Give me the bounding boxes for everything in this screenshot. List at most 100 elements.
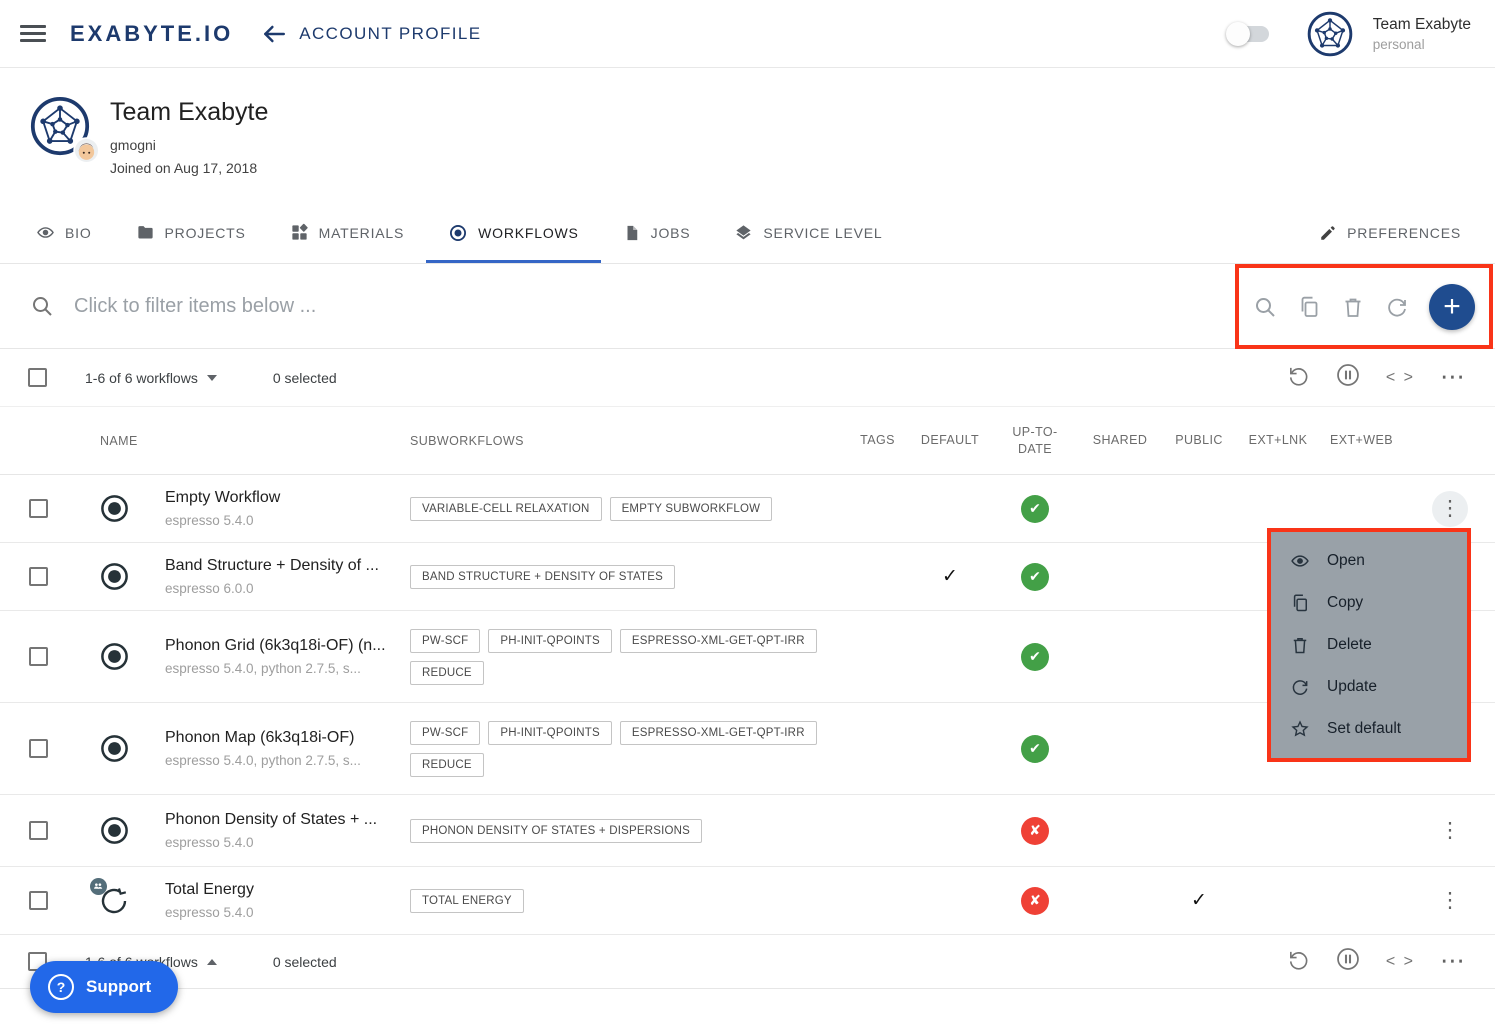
selected-count-label: 0 selected [273,370,337,386]
refresh-action-icon[interactable] [1385,295,1409,319]
workflow-subtitle: espresso 6.0.0 [165,581,395,596]
workflow-name[interactable]: Total Energy [165,881,395,899]
workflow-name[interactable]: Phonon Map (6k3q18i-OF) [165,729,395,747]
tab-materials-label: MATERIALS [319,225,405,241]
profile-tabs: BIO PROJECTS MATERIALS WORKFLOWS JOBS SE… [0,202,1495,264]
tab-materials[interactable]: MATERIALS [268,202,427,263]
tab-projects-label: PROJECTS [165,225,246,241]
profile-username: gmogni [110,137,268,153]
row-checkbox[interactable] [29,891,48,910]
menu-item-label: Copy [1327,594,1363,612]
tab-projects[interactable]: PROJECTS [114,202,268,263]
pagination-range-label: 1-6 of 6 workflows [85,370,198,386]
account-mode-label: personal [1373,37,1471,52]
col-tags: TAGS [860,432,895,449]
row-checkbox[interactable] [29,739,48,758]
folder-icon [136,223,155,242]
code-icon[interactable]: < > [1386,369,1415,387]
eye-icon [36,223,55,242]
menu-item-update[interactable]: Update [1271,666,1467,708]
pause-icon[interactable] [1335,946,1361,977]
up-to-date-pass-icon: ✔ [1021,563,1049,591]
menu-icon[interactable] [20,21,46,46]
account-avatar[interactable] [1307,11,1353,57]
tab-jobs[interactable]: JOBS [601,202,713,263]
menu-item-label: Set default [1327,720,1401,738]
subworkflow-chip: REDUCE [410,661,484,685]
tab-service-level[interactable]: SERVICE LEVEL [712,202,904,263]
support-label: Support [86,977,151,997]
public-check-icon: ✓ [1191,889,1207,912]
row-checkbox[interactable] [29,499,48,518]
workflow-record-icon [448,223,468,243]
more-options-icon[interactable]: ⋯ [1440,365,1465,390]
app-logo[interactable]: EXABYTE.IO [70,21,233,47]
support-button[interactable]: ? Support [30,961,178,1013]
default-check-icon: ✓ [942,565,958,588]
menu-item-copy[interactable]: Copy [1271,582,1467,624]
workflow-record-icon [60,795,145,866]
col-name: NAME [60,434,395,448]
workflow-name[interactable]: Band Structure + Density of ... [165,557,395,575]
up-to-date-fail-icon: ✘ [1021,817,1049,845]
search-icon [30,294,54,318]
row-menu-button[interactable]: ⋮ [1432,883,1468,919]
subworkflow-chip: PHONON DENSITY OF STATES + DISPERSIONS [410,819,702,843]
molecule-logo-icon [1307,11,1353,57]
select-all-checkbox[interactable] [28,368,47,387]
workflow-subtitle: espresso 5.4.0 [165,835,395,850]
chevron-up-icon [207,959,217,965]
table-header: NAME SUBWORKFLOWS TAGS DEFAULT UP-TO-DAT… [0,407,1495,475]
pause-icon[interactable] [1335,362,1361,393]
profile-joined-date: Joined on Aug 17, 2018 [110,160,268,176]
menu-item-delete[interactable]: Delete [1271,624,1467,666]
subworkflow-chip: TOTAL ENERGY [410,889,524,913]
tab-workflows[interactable]: WORKFLOWS [426,202,601,263]
col-subworkflows: SUBWORKFLOWS [395,434,845,448]
kebab-icon: ⋮ [1440,498,1461,519]
preferences-button[interactable]: PREFERENCES [1297,202,1483,263]
col-ext-lnk: EXT+LNK [1249,432,1308,449]
menu-item-label: Open [1327,552,1365,570]
filter-input[interactable] [74,295,694,318]
menu-item-set-default[interactable]: Set default [1271,708,1467,750]
undo-icon[interactable] [1287,948,1310,976]
more-options-icon[interactable]: ⋯ [1440,949,1465,974]
col-ext-web: EXT+WEB [1330,432,1393,449]
undo-icon[interactable] [1287,364,1310,392]
workflow-subtitle: espresso 5.4.0 [165,513,395,528]
workflow-name[interactable]: Phonon Density of States + ... [165,811,395,829]
toggle-knob[interactable] [1226,22,1250,46]
workflow-subtitle: espresso 5.4.0, python 2.7.5, s... [165,753,395,768]
kebab-icon: ⋮ [1440,890,1461,911]
row-checkbox[interactable] [29,567,48,586]
row-menu-button[interactable]: ⋮ [1432,813,1468,849]
subworkflow-chip: BAND STRUCTURE + DENSITY OF STATES [410,565,675,589]
account-mode-toggle[interactable] [1229,26,1269,42]
code-icon[interactable]: < > [1386,953,1415,971]
document-icon [623,224,641,242]
row-menu-button[interactable]: ⋮ [1432,491,1468,527]
row-checkbox[interactable] [29,647,48,666]
workflow-record-icon [60,543,145,610]
menu-item-open[interactable]: Open [1271,540,1467,582]
eye-icon [1290,551,1310,571]
subworkflow-chip: VARIABLE-CELL RELAXATION [410,497,602,521]
layers-icon [734,223,753,242]
row-checkbox[interactable] [29,821,48,840]
account-info[interactable]: Team Exabyte personal [1373,16,1471,52]
question-icon: ? [48,974,74,1000]
workflow-record-icon [60,703,145,794]
widgets-icon [290,223,309,242]
add-workflow-button[interactable]: + [1429,284,1475,330]
star-icon [1290,719,1310,739]
pagination-range-dropdown[interactable]: 1-6 of 6 workflows [85,370,217,386]
team-badge-icon [90,878,107,895]
tab-bio[interactable]: BIO [14,202,114,263]
delete-action-icon[interactable] [1341,295,1365,319]
search-action-icon[interactable] [1253,295,1277,319]
workflow-name[interactable]: Phonon Grid (6k3q18i-OF) (n... [165,637,395,655]
workflow-name[interactable]: Empty Workflow [165,489,395,507]
copy-action-icon[interactable] [1297,295,1321,319]
back-arrow-icon[interactable] [261,21,287,47]
